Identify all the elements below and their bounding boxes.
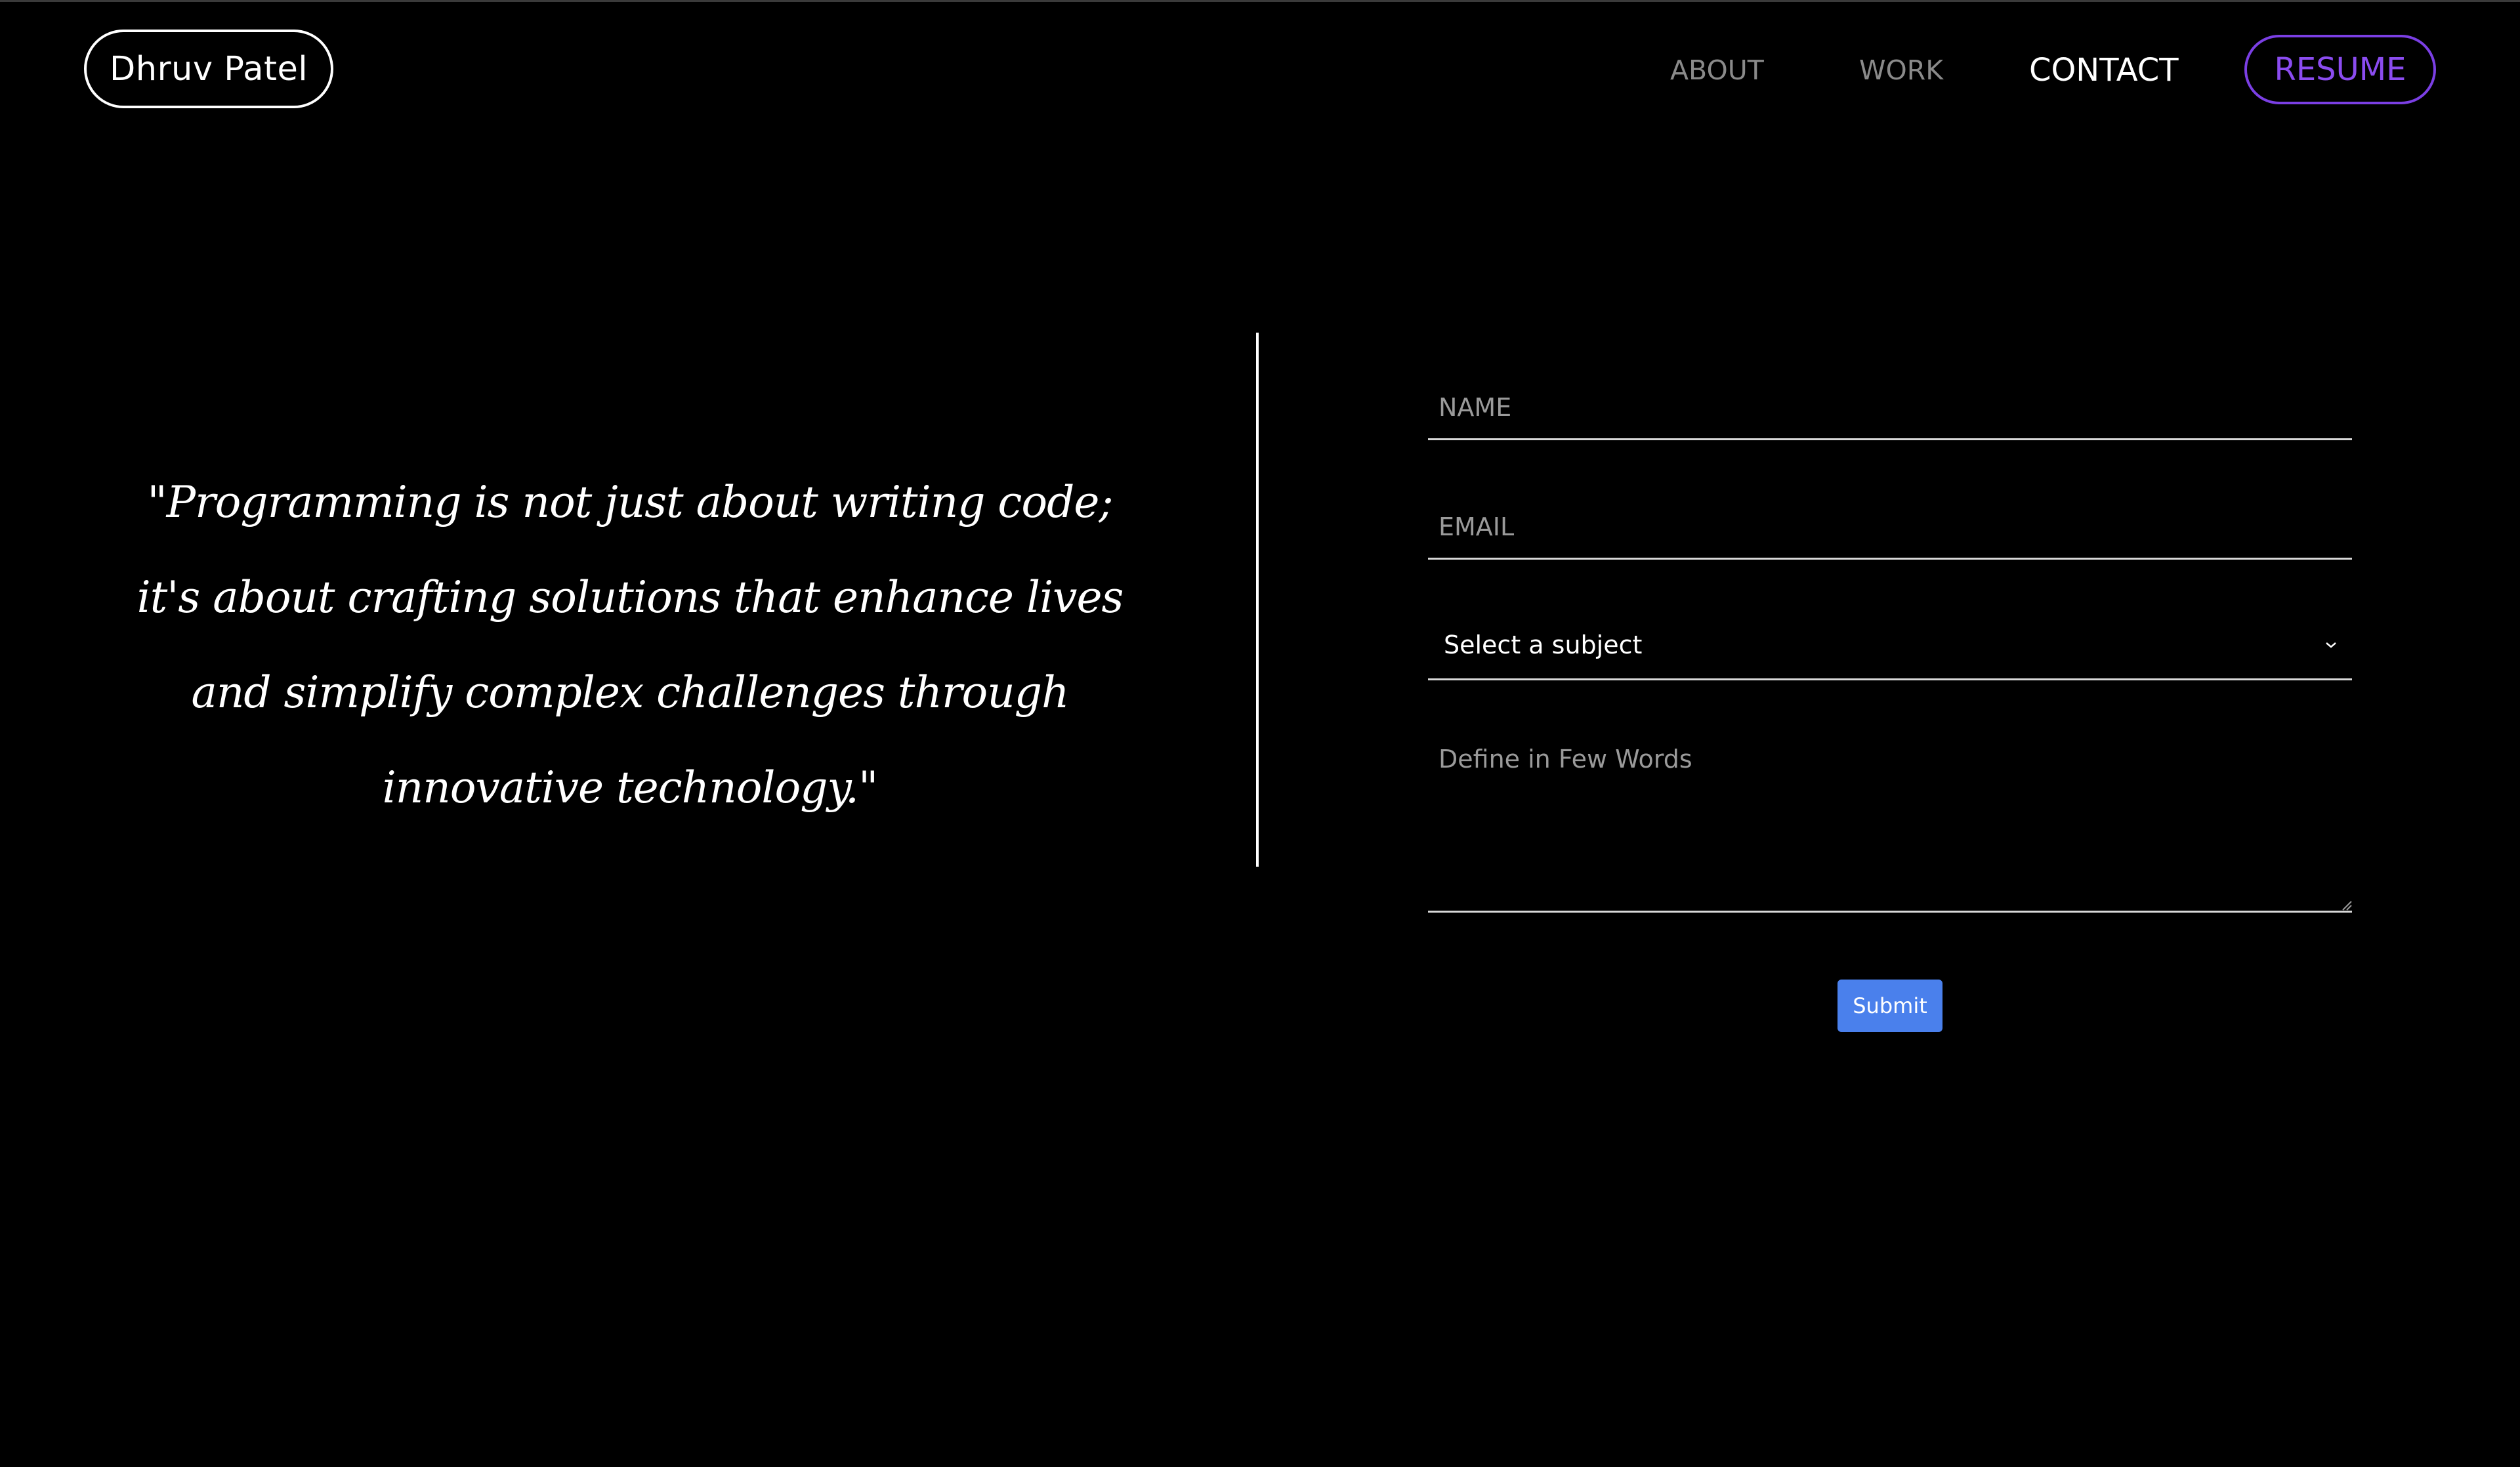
name-input[interactable] <box>1428 376 2352 438</box>
email-input[interactable] <box>1428 495 2352 558</box>
message-textarea[interactable] <box>1428 732 2352 911</box>
email-field <box>1428 495 2352 560</box>
name-field <box>1428 376 2352 440</box>
nav-about-link[interactable]: ABOUT <box>1670 49 1764 91</box>
contact-page: Dhruv Patel ABOUT WORK CONTACT RESUME "P… <box>0 0 2520 1467</box>
vertical-divider <box>1256 333 1259 867</box>
chevron-down-icon <box>2323 632 2339 658</box>
subject-select[interactable]: Select a subject <box>1428 612 2352 680</box>
resume-button[interactable]: RESUME <box>2244 35 2436 104</box>
brand-logo-button[interactable]: Dhruv Patel <box>84 30 333 108</box>
subject-select-value: Select a subject <box>1444 630 1643 659</box>
resize-grip-icon[interactable] <box>2340 899 2352 911</box>
programming-quote: "Programming is not just about writing c… <box>136 477 1124 813</box>
nav-work-link[interactable]: WORK <box>1859 49 1943 91</box>
submit-button[interactable]: Submit <box>1838 980 1942 1032</box>
message-field <box>1428 732 2352 913</box>
nav-contact-link[interactable]: CONTACT <box>2029 49 2179 91</box>
